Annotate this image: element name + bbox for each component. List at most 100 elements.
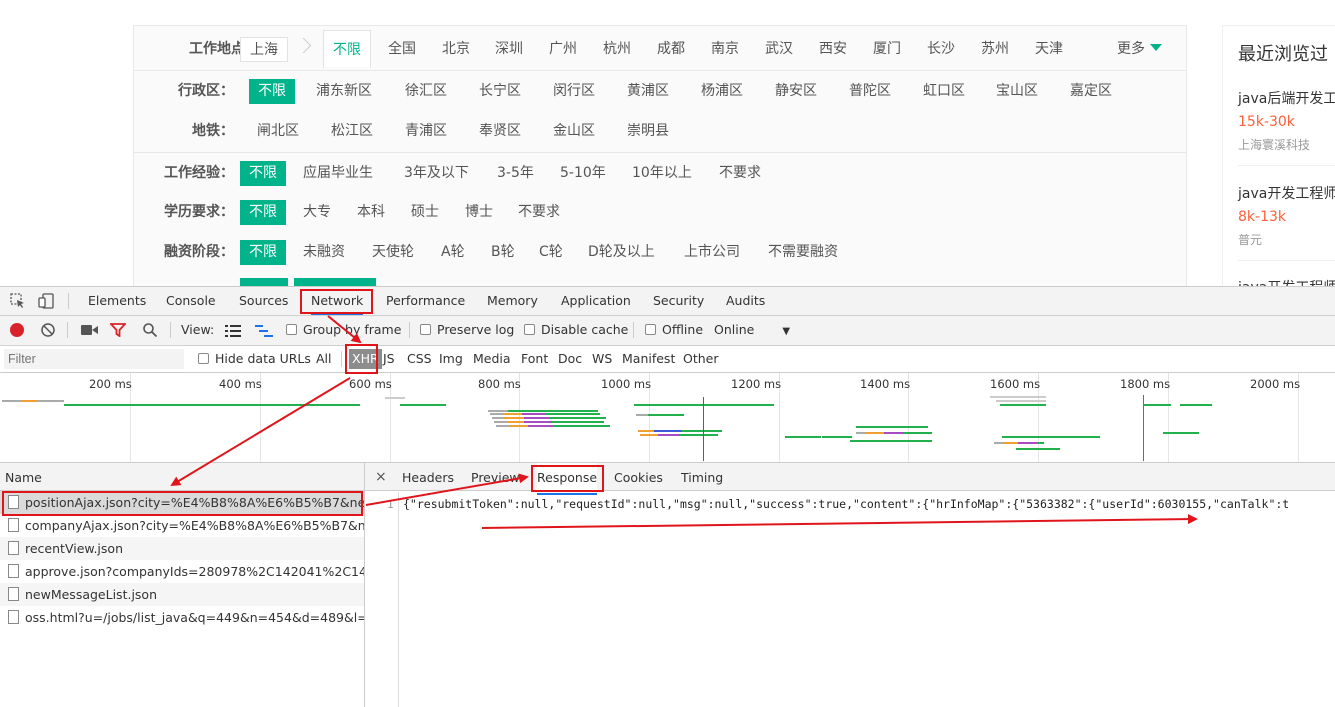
request-row[interactable]: recentView.json xyxy=(0,537,364,560)
subway-option[interactable]: 奉贤区 xyxy=(470,119,530,144)
tab-console[interactable]: Console xyxy=(166,287,216,315)
city-option[interactable]: 成都 xyxy=(648,37,694,62)
type-xhr[interactable]: XHR xyxy=(349,349,382,369)
type-doc[interactable]: Doc xyxy=(558,346,582,372)
funding-option[interactable]: D轮及以上 xyxy=(579,240,664,265)
more-cities-button[interactable]: 更多 xyxy=(1108,37,1171,62)
experience-option[interactable]: 不要求 xyxy=(710,161,770,186)
district-option[interactable]: 静安区 xyxy=(766,79,826,104)
device-toolbar-icon[interactable] xyxy=(38,293,56,312)
recent-job-item[interactable]: java后端开发工 15k-30k 上海寰溪科技 xyxy=(1238,88,1335,166)
request-row[interactable]: positionAjax.json?city=%E4%B8%8A%E6%B5%B… xyxy=(0,491,364,514)
hide-data-urls-toggle[interactable]: Hide data URLs xyxy=(198,346,311,372)
preserve-log-toggle[interactable]: Preserve log xyxy=(420,316,514,344)
education-option[interactable]: 不要求 xyxy=(509,200,569,225)
district-option[interactable]: 宝山区 xyxy=(987,79,1047,104)
city-option[interactable]: 天津 xyxy=(1026,37,1072,62)
type-manifest[interactable]: Manifest xyxy=(622,346,675,372)
city-option[interactable]: 武汉 xyxy=(756,37,802,62)
tab-cookies[interactable]: Cookies xyxy=(614,463,663,493)
offline-toggle[interactable]: Offline xyxy=(645,316,703,344)
district-option[interactable]: 徐汇区 xyxy=(396,79,456,104)
group-by-frame-toggle[interactable]: Group by frame xyxy=(286,316,401,344)
district-option[interactable]: 普陀区 xyxy=(840,79,900,104)
tab-preview[interactable]: Preview xyxy=(471,463,520,493)
type-media[interactable]: Media xyxy=(473,346,511,372)
tab-elements[interactable]: Elements xyxy=(88,287,146,315)
type-all[interactable]: All xyxy=(316,346,332,372)
request-row[interactable]: companyAjax.json?city=%E4%B8%8A%E6%B5%B7… xyxy=(0,514,364,537)
city-unlimited-option[interactable]: 不限 xyxy=(323,30,371,68)
funding-option[interactable]: C轮 xyxy=(530,240,572,265)
tab-response[interactable]: Response xyxy=(537,463,598,495)
request-row[interactable]: oss.html?u=/jobs/list_java&q=449&n=454&d… xyxy=(0,606,364,629)
video-camera-icon[interactable] xyxy=(81,324,99,339)
subway-option[interactable]: 闸北区 xyxy=(248,119,308,144)
tab-sources[interactable]: Sources xyxy=(239,287,288,315)
city-option[interactable]: 厦门 xyxy=(864,37,910,62)
city-option[interactable]: 北京 xyxy=(433,37,479,62)
city-option[interactable]: 长沙 xyxy=(918,37,964,62)
district-option[interactable]: 虹口区 xyxy=(914,79,974,104)
subway-option[interactable]: 青浦区 xyxy=(396,119,456,144)
type-ws[interactable]: WS xyxy=(592,346,612,372)
experience-option[interactable]: 3年及以下 xyxy=(395,161,478,186)
tab-timing[interactable]: Timing xyxy=(681,463,723,493)
city-option[interactable]: 杭州 xyxy=(594,37,640,62)
network-overview-timeline[interactable]: 200 ms 400 ms 600 ms 800 ms 1000 ms 1200… xyxy=(0,373,1335,463)
funding-unlimited-option[interactable]: 不限 xyxy=(240,240,286,265)
throttle-select[interactable]: Online ▼ xyxy=(714,316,790,346)
education-option[interactable]: 硕士 xyxy=(402,200,448,225)
funding-option[interactable]: 天使轮 xyxy=(363,240,423,265)
education-unlimited-option[interactable]: 不限 xyxy=(240,200,286,225)
district-unlimited-option[interactable]: 不限 xyxy=(249,79,295,104)
city-option[interactable]: 南京 xyxy=(702,37,748,62)
funding-option[interactable]: 未融资 xyxy=(294,240,354,265)
city-option[interactable]: 全国 xyxy=(379,37,425,62)
city-option[interactable]: 西安 xyxy=(810,37,856,62)
record-icon[interactable] xyxy=(10,323,24,337)
tab-application[interactable]: Application xyxy=(561,287,631,315)
subway-option[interactable]: 松江区 xyxy=(322,119,382,144)
waterfall-view-icon[interactable] xyxy=(255,325,273,340)
current-city-box[interactable]: 上海 xyxy=(240,37,288,62)
type-js[interactable]: JS xyxy=(383,346,395,372)
education-option[interactable]: 博士 xyxy=(456,200,502,225)
tab-audits[interactable]: Audits xyxy=(726,287,765,315)
city-option[interactable]: 苏州 xyxy=(972,37,1018,62)
district-option[interactable]: 闵行区 xyxy=(544,79,604,104)
funding-option[interactable]: A轮 xyxy=(432,240,474,265)
close-icon[interactable]: × xyxy=(375,463,387,491)
experience-option[interactable]: 10年以上 xyxy=(623,161,701,186)
filter-input[interactable] xyxy=(4,349,184,369)
district-option[interactable]: 长宁区 xyxy=(470,79,530,104)
funding-option[interactable]: 不需要融资 xyxy=(759,240,847,265)
education-option[interactable]: 本科 xyxy=(348,200,394,225)
tab-memory[interactable]: Memory xyxy=(487,287,538,315)
tab-performance[interactable]: Performance xyxy=(386,287,465,315)
tab-security[interactable]: Security xyxy=(653,287,704,315)
disable-cache-toggle[interactable]: Disable cache xyxy=(524,316,628,344)
experience-unlimited-option[interactable]: 不限 xyxy=(240,161,286,186)
request-row[interactable]: approve.json?companyIds=280978%2C142041%… xyxy=(0,560,364,583)
district-option[interactable]: 嘉定区 xyxy=(1061,79,1121,104)
subway-option[interactable]: 崇明县 xyxy=(618,119,678,144)
type-other[interactable]: Other xyxy=(683,346,719,372)
type-font[interactable]: Font xyxy=(521,346,548,372)
list-view-icon[interactable] xyxy=(225,325,241,340)
funding-option[interactable]: B轮 xyxy=(482,240,524,265)
education-option[interactable]: 大专 xyxy=(294,200,340,225)
city-option[interactable]: 广州 xyxy=(540,37,586,62)
tab-network[interactable]: Network xyxy=(311,287,364,315)
experience-option[interactable]: 应届毕业生 xyxy=(294,161,382,186)
filter-icon[interactable] xyxy=(108,323,128,340)
district-option[interactable]: 杨浦区 xyxy=(692,79,752,104)
district-option[interactable]: 黄浦区 xyxy=(618,79,678,104)
response-viewer[interactable]: 1 {"resubmitToken":null,"requestId":null… xyxy=(365,492,1335,707)
recent-job-item[interactable]: java开发工程师 8k-13k 普元 xyxy=(1238,183,1335,261)
experience-option[interactable]: 5-10年 xyxy=(551,161,615,186)
inspect-element-icon[interactable] xyxy=(10,293,26,312)
search-icon[interactable] xyxy=(142,322,158,341)
district-option[interactable]: 浦东新区 xyxy=(307,79,381,104)
type-img[interactable]: Img xyxy=(439,346,463,372)
